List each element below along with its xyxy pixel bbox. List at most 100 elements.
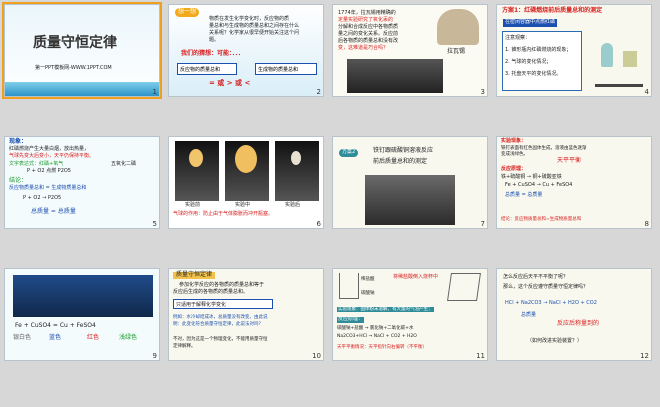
balance-result: 天平平衡情况：天平指针向右偏转（不平衡）	[337, 345, 427, 350]
photo-after	[275, 141, 319, 201]
reaction-equation: Fe + CuSO4 = Cu + FeSO4	[15, 322, 96, 329]
question-line-2: 那么，这个反应遵守质量守恒定律吗？	[503, 284, 589, 290]
balance-image	[595, 31, 643, 87]
observation-line-1: 铁钉表面有红色固体生成，溶液由蓝色逐渐	[501, 146, 587, 151]
scientist-name: 拉瓦锡	[447, 48, 466, 55]
slide-thumbnail-9[interactable]: Fe + CuSO4 = Cu + FeSO4 银白色 蓝色 红色 浅绿色 9	[4, 268, 160, 361]
slide-thumbnail-5[interactable]: 现象： 红磷燃烧产生大量白烟，放出热量， 气球先变大后变小，天平仍保持平衡。 文…	[4, 136, 160, 229]
label-hcl: 稀盐酸	[361, 277, 375, 282]
word-equation-product: 五氧化二磷	[111, 161, 137, 167]
symbol-equation: Fe + CuSO4 → Cu + FeSO4	[505, 182, 573, 188]
formula-line: P + O2 → P2O5	[23, 195, 62, 201]
plan-subtitle: 在密闭容器中点燃红磷	[503, 19, 558, 27]
slide-number: 4	[644, 88, 649, 96]
word-equation: 碳酸钠+盐酸 → 氯化钠+二氧化碳+水	[337, 326, 414, 331]
instruction-tip: 将稀盐酸倒入烧杯中	[393, 274, 439, 280]
photo-during	[225, 141, 269, 201]
total-mass-line: 总质量 = 总质量	[31, 208, 76, 215]
history-line-2: 定量实验研究了氧化汞的	[338, 17, 394, 23]
copper-sulfate-color: 蓝色	[49, 334, 62, 341]
symbol-equation: P + O2 点燃 P2O5	[27, 168, 71, 174]
slide-thumbnail-6[interactable]: 实验前 实验中 实验后 气球的作用：防止由于气体膨胀而冲开瓶塞。 6	[168, 136, 324, 229]
slide-thumbnail-3[interactable]: 1774年，拉瓦锡用精确的 定量实验研究了氧化汞的 分解和合成反应中各物质质 量…	[332, 4, 488, 97]
balance-photo	[13, 275, 153, 317]
guess-heading: 我们的猜想：可能：．．．	[181, 50, 245, 57]
slide-thumbnail-1[interactable]: 质量守恒定律 第一PPT模板网-WWW.1PPT.COM 1	[2, 2, 162, 99]
label-before: 实验前	[185, 202, 201, 208]
answer-text: 反应后称量到的	[557, 320, 600, 327]
label-after: 实验后	[285, 202, 301, 208]
scope-note: 只适用于解释化学变化	[173, 299, 273, 309]
slide-sorter-grid: 质量守恒定律 第一PPT模板网-WWW.1PPT.COM 1 想一想 物质在发生…	[0, 0, 660, 407]
plan-badge: 方案2	[339, 149, 359, 157]
slide-number: 8	[644, 220, 649, 228]
slide-number: 2	[316, 88, 321, 96]
slide-thumbnail-8[interactable]: 实验现象： 铁钉表面有红色固体生成，溶液由蓝色逐渐 变成浅绿色。 天平平衡 反应…	[496, 136, 652, 229]
word-equation: 文字表达式：红磷+氧气	[9, 161, 64, 167]
label-during: 实验中	[235, 202, 251, 208]
slide-number: 6	[316, 220, 321, 228]
conclusion-text: 反应物质量总和 = 生成物质量总和	[9, 185, 87, 191]
intro-line-2: 量总和与生成物的质量总和之间存在什么	[209, 23, 300, 29]
experiment-photo	[365, 175, 455, 225]
slide-thumbnail-11[interactable]: 稀盐酸 碳酸钠 将稀盐酸倒入烧杯中 实验现象：固体粉末溶解，有大量的气泡产生； …	[332, 268, 488, 361]
history-line-4: 量之间的变化关系。反应前	[338, 31, 399, 37]
label-na2co3: 碳酸钠	[361, 291, 375, 296]
slide-number: 9	[152, 352, 157, 360]
observation-heading: 实验现象：	[501, 138, 527, 144]
reactant-mass-box: 反应物的质量总和	[177, 63, 237, 75]
slide-number: 1	[152, 88, 157, 96]
example-line-2: 明：此变化符合质量守恒定律，此说法对吗？	[173, 322, 263, 327]
example-line-1: 例如：水冷却结成冰，总质量没有改变，由此说	[173, 315, 268, 320]
phenomenon-heading: 现象：	[9, 138, 28, 145]
observation-line: 实验现象：固体粉末溶解，有大量的气泡产生；	[337, 307, 434, 313]
observation-item: 3. 托盘天平的变化情况。	[505, 71, 562, 77]
observation-box: 注意观察： 1. 锥形瓶内红磷燃烧的现象； 2. 气球的变化情况； 3. 托盘天…	[502, 31, 582, 91]
plan-title-line-2: 前后质量总和的测定	[373, 158, 428, 165]
phenomenon-line-2: 气球先变大后变小，天平仍保持平衡。	[9, 153, 95, 159]
history-line-1: 1774年，拉瓦锡用精确的	[338, 10, 396, 16]
history-line-5: 后各物质的质量总和没有改	[338, 38, 399, 44]
observation-heading: 注意观察：	[505, 35, 531, 41]
answer-line-1: 不对，因为这是一个物理变化，不能用质量守恒	[173, 337, 268, 342]
slide-number: 10	[312, 352, 321, 360]
slide-number: 12	[640, 352, 649, 360]
slide-thumbnail-4[interactable]: 方案1：红磷燃烧前后质量总和的测定 在密闭容器中点燃红磷 注意观察： 1. 锥形…	[496, 4, 652, 97]
relation-options: = 或 > 或 <	[209, 79, 251, 87]
slide-number: 7	[480, 220, 485, 228]
intro-line-1: 物质在发生化学变化时，反应物的质	[209, 16, 290, 22]
balloon-note: 气球的作用：防止由于气体膨胀而冲开瓶塞。	[173, 211, 274, 217]
slide-footer: 第一PPT模板网-WWW.1PPT.COM	[35, 65, 112, 71]
balance-result: 天平平衡	[557, 157, 582, 164]
observation-item: 2. 气球的变化情况；	[505, 59, 552, 65]
conclusion-line: 结论：反应物质量总和=生成物质量总和	[501, 217, 582, 222]
word-equation: 铁+硫酸铜 → 铜+硫酸亚铁	[501, 174, 562, 180]
iron-color: 银白色	[13, 334, 32, 341]
plan-title-line-1: 铁钉跟硫酸铜溶液反应	[373, 147, 434, 154]
apparatus-photo	[347, 59, 443, 93]
tilted-beaker-diagram	[447, 273, 481, 301]
principle-heading: 反应原理：	[337, 316, 365, 323]
law-line-1: 参加化学反应的各物质的质量总和等于	[179, 282, 265, 288]
wave-decoration	[5, 82, 159, 96]
intro-line-3: 关系呢？化学家从很早便开始关注这个问	[209, 30, 300, 36]
copper-color: 红色	[87, 334, 100, 341]
slide-thumbnail-10[interactable]: 质量守恒定律 参加化学反应的各物质的质量总和等于 反应后生成的各物质的质量总和。…	[168, 268, 324, 361]
slide-thumbnail-7[interactable]: 方案2 铁钉跟硫酸铜溶液反应 前后质量总和的测定 7	[332, 136, 488, 229]
answer-line-2: 定律解释。	[173, 344, 196, 349]
product-mass-box: 生成物的质量总和	[255, 63, 317, 75]
question-line-1: 怎么反应后天平不平衡了呢？	[503, 274, 569, 280]
improvement-question: （如何改进实验装置？）	[527, 338, 583, 344]
reaction-equation: HCl + Na2CO3 → NaCl + H2O + CO2	[505, 300, 597, 306]
slide-number: 5	[152, 220, 157, 228]
plan-title: 方案1：红磷燃烧前后质量总和的测定	[502, 7, 603, 14]
ferrous-sulfate-color: 浅绿色	[119, 334, 138, 341]
history-line-6: 变，这难道是巧合吗？	[338, 45, 389, 51]
slide-number: 11	[476, 352, 485, 360]
slide-thumbnail-12[interactable]: 怎么反应后天平不平衡了呢？ 那么，这个反应遵守质量守恒定律吗？ HCl + Na…	[496, 268, 652, 361]
think-badge: 想一想	[175, 8, 200, 17]
observation-line-2: 变成浅绿色。	[501, 152, 528, 157]
slide-thumbnail-2[interactable]: 想一想 物质在发生化学变化时，反应物的质 量总和与生成物的质量总和之间存在什么 …	[168, 4, 324, 97]
history-line-3: 分解和合成反应中各物质质	[338, 24, 399, 30]
slide-number: 3	[480, 88, 485, 96]
